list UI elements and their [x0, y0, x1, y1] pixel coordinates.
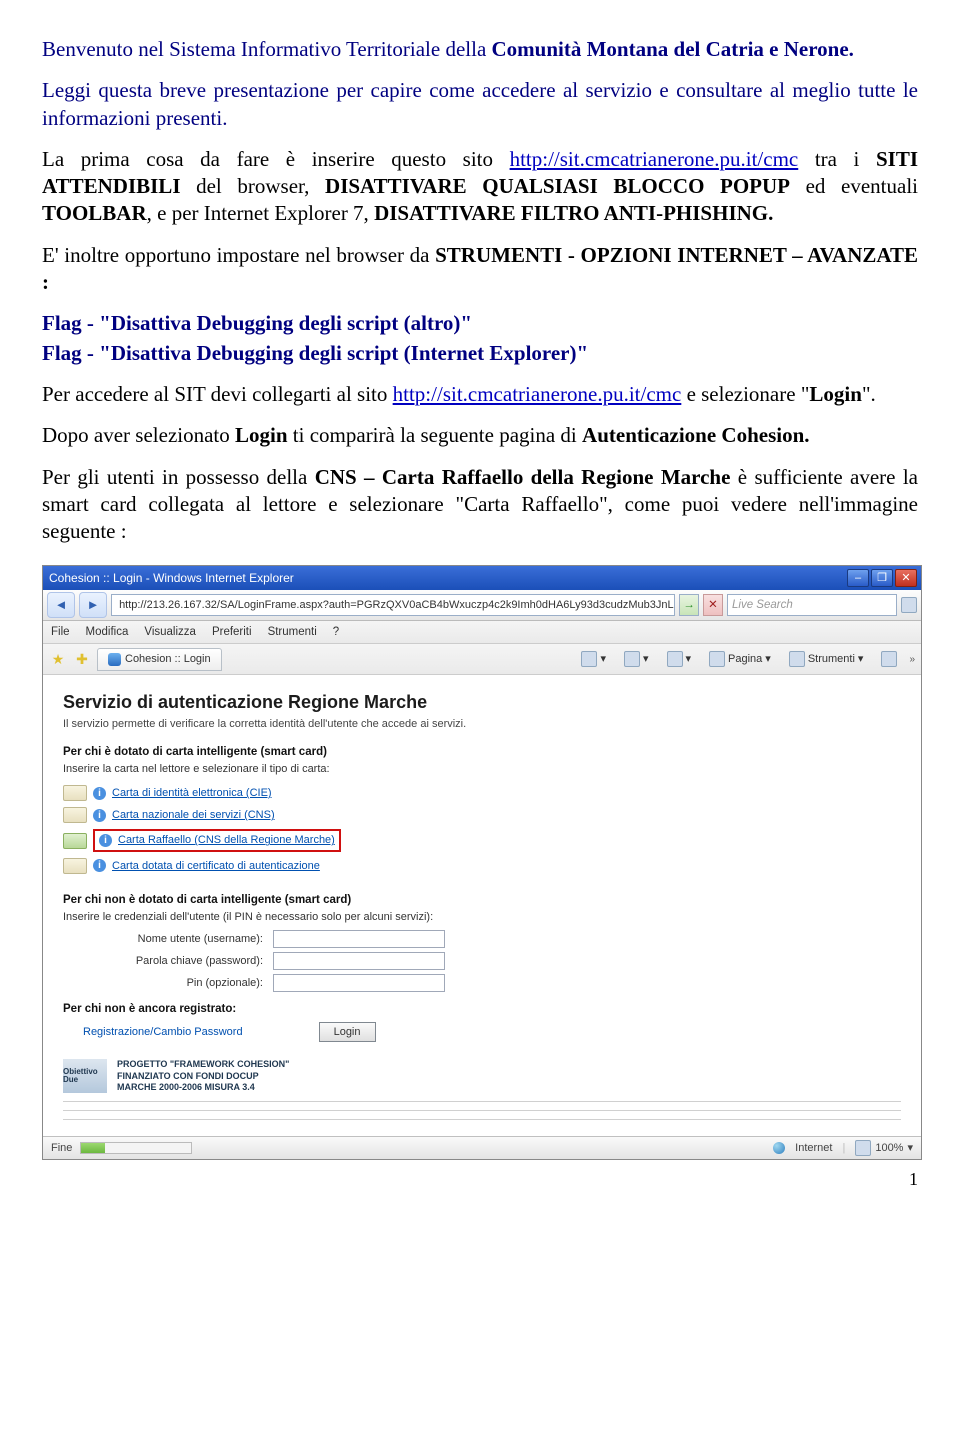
search-icon[interactable] [901, 597, 917, 613]
card-icon [63, 858, 87, 874]
flag-line-2: Flag - "Disattiva Debugging degli script… [42, 340, 918, 367]
tab-bar: ★ ✚ Cohesion :: Login ▾ ▾ ▾ Pagina ▾ Str… [43, 644, 921, 675]
tools-menu[interactable]: Strumenti ▾ [783, 649, 870, 669]
paragraph-6: Dopo aver selezionato Login ti comparirà… [42, 422, 918, 449]
page-menu[interactable]: Pagina ▾ [703, 649, 777, 669]
globe-icon [773, 1142, 785, 1154]
screenshot-browser-window: Cohesion :: Login - Windows Internet Exp… [42, 565, 922, 1160]
page-number: 1 [42, 1168, 918, 1191]
back-button[interactable]: ◄ [47, 592, 75, 618]
rss-icon [624, 651, 640, 667]
obiettivo-due-logo: Obiettivo Due [63, 1059, 107, 1093]
project-footer: Obiettivo Due PROGETTO "FRAMEWORK COHESI… [63, 1059, 901, 1093]
label-pin: Pin (opzionale): [103, 976, 263, 990]
site-link-1[interactable]: http://sit.cmcatrianerone.pu.it/cmc [510, 147, 799, 171]
zoom-control[interactable]: 100% ▾ [855, 1140, 913, 1156]
window-title: Cohesion :: Login - Windows Internet Exp… [49, 571, 294, 587]
window-titlebar: Cohesion :: Login - Windows Internet Exp… [43, 566, 921, 590]
maximize-button[interactable]: ❐ [871, 569, 893, 587]
go-button[interactable]: → [679, 594, 699, 616]
page-heading: Servizio di autenticazione Regione March… [63, 691, 901, 714]
gear-icon [789, 651, 805, 667]
url-input[interactable]: http://213.26.167.32/SA/LoginFrame.aspx?… [111, 594, 675, 616]
card-icon [63, 807, 87, 823]
zone-label: Internet [795, 1141, 832, 1155]
menu-view[interactable]: Visualizza [144, 625, 196, 640]
label-password: Parola chiave (password): [103, 954, 263, 968]
page-icon [709, 651, 725, 667]
page-content: Servizio di autenticazione Regione March… [43, 675, 921, 1136]
home-icon [581, 651, 597, 667]
favorites-star-icon[interactable]: ★ [49, 650, 67, 668]
section-no-card-desc: Inserire le credenziali dell'utente (il … [63, 910, 901, 924]
menu-bar: File Modifica Visualizza Preferiti Strum… [43, 621, 921, 644]
home-button[interactable]: ▾ [575, 649, 612, 669]
paragraph-3: La prima cosa da fare è inserire questo … [42, 146, 918, 228]
search-input[interactable]: Live Search [727, 594, 897, 616]
menu-file[interactable]: File [51, 625, 70, 640]
minimize-button[interactable]: – [847, 569, 869, 587]
card-icon [63, 785, 87, 801]
row-pin: Pin (opzionale): [103, 974, 901, 992]
menu-tools[interactable]: Strumenti [268, 625, 317, 640]
row-register: Registrazione/Cambio Password Login [83, 1019, 901, 1045]
paragraph-4: E' inoltre opportuno impostare nel brows… [42, 242, 918, 297]
login-button[interactable]: Login [319, 1022, 376, 1042]
divider [63, 1101, 901, 1102]
address-bar: ◄ ► http://213.26.167.32/SA/LoginFrame.a… [43, 590, 921, 621]
card-icon [63, 833, 87, 849]
input-pin[interactable] [273, 974, 445, 992]
section-no-card: Per chi non è dotato di carta intelligen… [63, 893, 901, 908]
add-favorite-icon[interactable]: ✚ [73, 650, 91, 668]
print-button[interactable]: ▾ [661, 649, 698, 669]
tab-favicon-icon [108, 653, 121, 666]
print-icon [667, 651, 683, 667]
flag-line-1: Flag - "Disattiva Debugging degli script… [42, 310, 918, 337]
progress-bar [80, 1142, 192, 1154]
menu-help[interactable]: ? [333, 625, 339, 640]
input-password[interactable] [273, 952, 445, 970]
page-subheading: Il servizio permette di verificare la co… [63, 717, 901, 731]
paragraph-5: Per accedere al SIT devi collegarti al s… [42, 381, 918, 408]
register-link[interactable]: Registrazione/Cambio Password [83, 1025, 243, 1039]
status-bar: Fine Internet | 100% ▾ [43, 1136, 921, 1159]
status-text: Fine [51, 1141, 72, 1155]
divider [63, 1119, 901, 1120]
menu-favorites[interactable]: Preferiti [212, 625, 252, 640]
zoom-icon [855, 1140, 871, 1156]
help-icon [881, 651, 897, 667]
info-icon: i [93, 859, 106, 872]
site-link-2[interactable]: http://sit.cmcatrianerone.pu.it/cmc [393, 382, 682, 406]
label-username: Nome utente (username): [103, 932, 263, 946]
info-icon: i [93, 787, 106, 800]
help-button[interactable] [875, 649, 903, 669]
browser-tab[interactable]: Cohesion :: Login [97, 648, 222, 670]
row-password: Parola chiave (password): [103, 952, 901, 970]
info-icon: i [93, 809, 106, 822]
card-option-raffaello[interactable]: i Carta Raffaello (CNS della Regione Mar… [63, 826, 901, 854]
forward-button[interactable]: ► [79, 592, 107, 618]
divider [63, 1110, 901, 1111]
row-username: Nome utente (username): [103, 930, 901, 948]
input-username[interactable] [273, 930, 445, 948]
section-smartcard: Per chi è dotato di carta intelligente (… [63, 745, 901, 760]
feeds-button[interactable]: ▾ [618, 649, 655, 669]
menu-edit[interactable]: Modifica [86, 625, 129, 640]
card-option-cns[interactable]: i Carta nazionale dei servizi (CNS) [63, 804, 901, 826]
card-option-cie[interactable]: i Carta di identità elettronica (CIE) [63, 782, 901, 804]
paragraph-2: Leggi questa breve presentazione per cap… [42, 77, 918, 132]
section-smartcard-desc: Inserire la carta nel lettore e selezion… [63, 762, 901, 776]
paragraph-7: Per gli utenti in possesso della CNS – C… [42, 464, 918, 546]
card-option-cert[interactable]: i Carta dotata di certificato di autenti… [63, 855, 901, 877]
info-icon: i [99, 834, 112, 847]
close-button[interactable]: ✕ [895, 569, 917, 587]
section-not-registered: Per chi non è ancora registrato: [63, 1002, 901, 1017]
intro-paragraph: Benvenuto nel Sistema Informativo Territ… [42, 36, 918, 63]
stop-button[interactable]: ✕ [703, 594, 723, 616]
